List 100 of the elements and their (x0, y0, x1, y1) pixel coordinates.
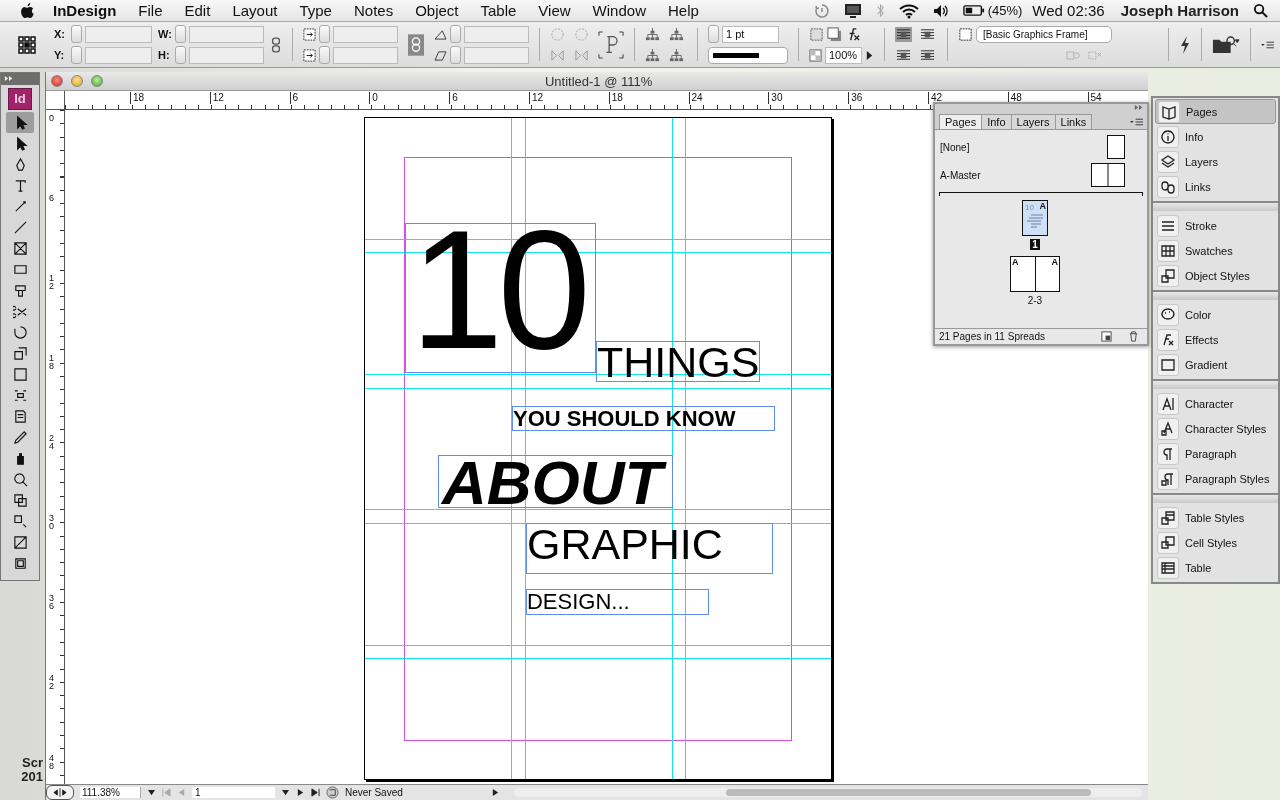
drop-shadow-icon[interactable] (827, 26, 842, 42)
p-frame-icon[interactable] (598, 30, 624, 59)
menu-clock[interactable]: Wed 02:36 (1032, 2, 1105, 19)
panel-button[interactable]: Character Styles (1155, 416, 1276, 441)
zoom-button[interactable] (90, 75, 103, 87)
menu-item[interactable]: Table (480, 2, 517, 19)
panel-menu-icon[interactable] (1261, 39, 1274, 50)
text-frame[interactable]: DESIGN... (526, 590, 708, 614)
display-icon[interactable] (843, 2, 862, 19)
split-view-button[interactable] (45, 785, 74, 800)
gap-tool-icon[interactable] (12, 283, 28, 298)
text-wrap-icon[interactable] (895, 26, 912, 42)
input-field[interactable] (189, 25, 264, 43)
panel-button[interactable]: Stroke (1155, 213, 1276, 238)
panel-button[interactable]: Info (1155, 124, 1276, 149)
menu-item[interactable]: Layout (232, 2, 278, 19)
line-tool-icon[interactable] (12, 220, 28, 235)
master-page-name[interactable]: A-Master (939, 169, 981, 181)
menu-item[interactable]: Notes (353, 2, 394, 19)
menu-item[interactable]: Window (592, 2, 646, 19)
text-wrap-icon[interactable] (919, 47, 936, 63)
hierarchy-icon[interactable] (669, 26, 684, 42)
scale-tool-icon[interactable] (12, 346, 28, 361)
rotate-tool-icon[interactable] (12, 325, 28, 340)
horizontal-scrollbar[interactable] (513, 788, 1142, 797)
master-page-name[interactable]: [None] (939, 141, 970, 153)
apple-logo-icon[interactable] (20, 2, 35, 19)
close-button[interactable] (50, 75, 63, 87)
menu-item[interactable]: Type (299, 2, 332, 19)
chain-link-icon[interactable] (408, 32, 424, 57)
fill-stroke-icon[interactable] (12, 493, 28, 508)
hierarchy-icon[interactable] (645, 26, 660, 42)
spread-thumbnail[interactable] (1090, 163, 1125, 187)
panel-button[interactable]: Object Styles (1155, 263, 1276, 288)
reference-point-icon[interactable] (18, 35, 36, 54)
zoom-tool-icon[interactable] (12, 472, 28, 487)
input-field[interactable] (333, 46, 398, 64)
input-field[interactable] (333, 25, 398, 43)
panel-button[interactable]: Table (1155, 555, 1276, 580)
frame-icon[interactable] (809, 26, 824, 42)
panel-button[interactable]: Layers (1155, 149, 1276, 174)
input-field[interactable] (85, 25, 152, 43)
panel-tab[interactable]: Pages (938, 114, 983, 129)
input-field[interactable] (464, 25, 529, 43)
input-field[interactable] (85, 46, 152, 64)
gradient-tool-icon[interactable] (12, 367, 28, 382)
panel-button[interactable]: Pages (1155, 99, 1276, 124)
menu-item[interactable]: Edit (184, 2, 211, 19)
menu-item[interactable]: Object (415, 2, 459, 19)
input-field[interactable] (464, 46, 529, 64)
zoom-level-field[interactable]: 111.38% (79, 787, 141, 798)
search-icon[interactable] (1253, 3, 1268, 18)
dropdown-arrow-icon[interactable] (280, 789, 290, 796)
transform-tool-icon[interactable] (12, 388, 28, 403)
user-name[interactable]: Joseph Harrison (1120, 2, 1239, 19)
panel-tab[interactable]: Info (981, 114, 1012, 129)
time-machine-icon[interactable] (813, 2, 830, 19)
panel-button[interactable]: Gradient (1155, 352, 1276, 377)
constrain-proportions-icon[interactable] (270, 36, 282, 53)
panel-button[interactable]: Table Styles (1155, 505, 1276, 530)
panel-menu-icon[interactable] (1129, 117, 1143, 127)
screen-mode-icon[interactable] (12, 556, 28, 571)
text-wrap-icon[interactable] (919, 26, 936, 42)
panel-button[interactable]: Character (1155, 391, 1276, 416)
panel-tab[interactable]: Links (1054, 114, 1093, 129)
minimize-button[interactable] (70, 75, 83, 87)
lightning-icon[interactable] (1179, 34, 1191, 55)
stroke-weight-field[interactable]: 1 pt (722, 25, 779, 43)
object-style-icon[interactable] (958, 26, 973, 42)
wifi-icon[interactable] (898, 2, 919, 19)
menu-item[interactable]: Help (667, 2, 699, 19)
panel-tab[interactable]: Layers (1010, 114, 1056, 129)
app-menu[interactable]: InDesign (53, 2, 117, 19)
page-number-field[interactable]: 1 (191, 787, 275, 798)
hierarchy-icon[interactable] (645, 47, 660, 63)
preflight-icon[interactable] (325, 786, 339, 799)
new-page-icon[interactable] (1100, 331, 1112, 342)
trash-icon[interactable] (1127, 331, 1139, 342)
opacity-field[interactable]: 100% (825, 46, 862, 64)
battery-icon[interactable] (962, 4, 985, 17)
panel-button[interactable]: Links (1155, 174, 1276, 199)
panel-button[interactable]: Effects (1155, 327, 1276, 352)
rectangle-tool-icon[interactable] (12, 262, 28, 277)
eyedropper-tool-icon[interactable] (12, 430, 28, 445)
scissors-tool-icon[interactable] (12, 304, 28, 319)
note-tool-icon[interactable] (12, 409, 28, 424)
panel-button[interactable]: Swatches (1155, 238, 1276, 263)
text-wrap-icon[interactable] (895, 47, 912, 63)
dropdown-arrow-icon[interactable] (146, 789, 156, 796)
page-thumbnail[interactable]: 10 A (1021, 200, 1048, 236)
object-style-dropdown[interactable]: [Basic Graphics Frame] (976, 25, 1112, 43)
panel-button[interactable]: Color (1155, 302, 1276, 327)
hierarchy-icon[interactable] (669, 47, 684, 63)
desktop-icon-label[interactable]: 201 (21, 770, 43, 784)
page-thumbnail[interactable] (1106, 135, 1125, 159)
panel-button[interactable]: Cell Styles (1155, 530, 1276, 555)
stroke-type-dropdown[interactable] (708, 46, 788, 64)
panel-button[interactable]: Paragraph Styles (1155, 466, 1276, 491)
desktop-icon-label[interactable]: Scr (22, 756, 43, 770)
frame-tool-icon[interactable] (12, 241, 28, 256)
